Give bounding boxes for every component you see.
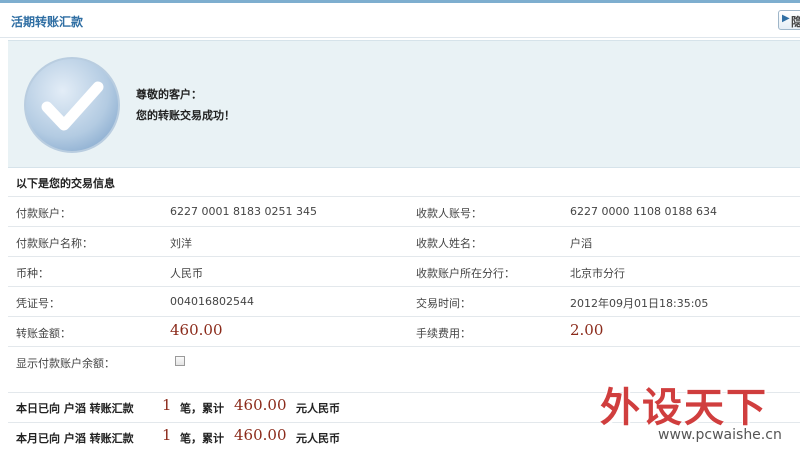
voucher-value: 004016802544 <box>170 295 254 308</box>
info-row-amount: 转账金额： 460.00 手续费用： 2.00 <box>8 316 800 347</box>
section-title: 以下是您的交易信息 <box>16 177 115 190</box>
info-row-names: 付款账户名称： 刘洋 收款人姓名： 户滔 <box>8 226 800 257</box>
success-panel: 尊敬的客户： 您的转账交易成功！ <box>8 40 800 168</box>
voucher-label: 凭证号： <box>16 297 60 310</box>
arrow-right-icon: ▶ <box>782 13 790 24</box>
payee-name-value: 户滔 <box>570 237 592 250</box>
info-row-payer-account: 付款账户： 6227 0001 8183 0251 345 收款人账号： 622… <box>8 196 800 227</box>
watermark-logo: 外设天下 www.pcwaishe.cn <box>600 375 800 470</box>
daily-summary-mid: 笔，累计 <box>180 402 224 415</box>
currency-value: 人民币 <box>170 267 203 280</box>
payee-name-label: 收款人姓名： <box>416 237 482 250</box>
payee-account-value: 6227 0000 1108 0188 634 <box>570 205 717 218</box>
transaction-time-value: 2012年09月01日18:35:05 <box>570 297 709 310</box>
daily-summary-amount: 460.00 <box>234 396 287 414</box>
info-row-show-balance: 显示付款账户余额： <box>8 346 800 377</box>
payee-branch-label: 收款账户所在分行： <box>416 267 515 280</box>
show-balance-label: 显示付款账户余额： <box>16 357 115 370</box>
hide-button-label: 隐 <box>791 15 800 29</box>
payer-name-label: 付款账户名称： <box>16 237 93 250</box>
page-header: 活期转账汇款 ▶ 隐 <box>0 3 800 38</box>
show-balance-checkbox[interactable] <box>175 356 185 366</box>
payer-account-value: 6227 0001 8183 0251 345 <box>170 205 317 218</box>
payer-account-label: 付款账户： <box>16 207 71 220</box>
watermark-text: 外设天下 <box>600 385 768 431</box>
monthly-summary-mid: 笔，累计 <box>180 432 224 445</box>
info-row-currency: 币种： 人民币 收款账户所在分行： 北京市分行 <box>8 256 800 287</box>
monthly-summary-suffix: 元人民币 <box>296 432 340 445</box>
check-circle-icon <box>24 57 120 153</box>
monthly-summary-count: 1 <box>162 426 172 444</box>
amount-value: 460.00 <box>170 321 223 339</box>
success-message: 您的转账交易成功！ <box>136 109 235 122</box>
daily-summary-count: 1 <box>162 396 172 414</box>
monthly-summary-prefix: 本月已向 户滔 转账汇款 <box>16 432 134 445</box>
daily-summary-suffix: 元人民币 <box>296 402 340 415</box>
hide-button[interactable]: ▶ 隐 <box>778 10 800 30</box>
amount-label: 转账金额： <box>16 327 71 340</box>
daily-summary-prefix: 本日已向 户滔 转账汇款 <box>16 402 134 415</box>
transaction-time-label: 交易时间： <box>416 297 471 310</box>
monthly-summary-amount: 460.00 <box>234 426 287 444</box>
payee-account-label: 收款人账号： <box>416 207 482 220</box>
info-row-voucher: 凭证号： 004016802544 交易时间： 2012年09月01日18:35… <box>8 286 800 317</box>
currency-label: 币种： <box>16 267 49 280</box>
watermark-url: www.pcwaishe.cn <box>658 427 782 443</box>
payee-branch-value: 北京市分行 <box>570 267 625 280</box>
fee-value: 2.00 <box>570 321 604 339</box>
payer-name-value: 刘洋 <box>170 237 192 250</box>
greeting-text: 尊敬的客户： <box>136 88 202 101</box>
fee-label: 手续费用： <box>416 327 471 340</box>
page-title: 活期转账汇款 <box>11 15 84 29</box>
